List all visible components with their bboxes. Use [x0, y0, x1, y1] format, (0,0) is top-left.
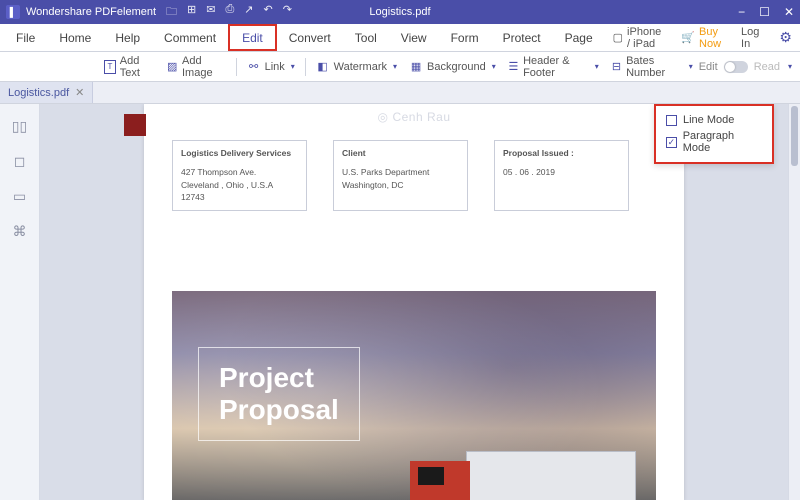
cart-icon: 🛒 [681, 31, 695, 44]
window-controls: − ☐ ✕ [738, 5, 794, 19]
edit-toolbar: T Add Text ▨ Add Image ⚯ Link ▾ ◧ Waterm… [0, 52, 800, 82]
background-button[interactable]: ▦ Background ▾ [403, 56, 502, 78]
settings-icon[interactable]: ⚙ [771, 29, 800, 46]
undo-icon[interactable]: ↶ [264, 3, 273, 22]
image-icon: ▨ [166, 60, 178, 74]
checkbox-unchecked-icon [666, 115, 677, 126]
menu-file[interactable]: File [4, 31, 47, 45]
separator [305, 58, 306, 76]
menu-page[interactable]: Page [553, 24, 605, 51]
login-button[interactable]: Log In [733, 26, 767, 50]
menu-convert[interactable]: Convert [277, 24, 343, 51]
chevron-down-icon: ▾ [689, 62, 693, 71]
background-icon: ▦ [409, 60, 423, 74]
header-footer-button[interactable]: ☰ Header & Footer ▾ [502, 56, 605, 78]
app-logo-icon: ▌ [6, 5, 20, 19]
iphone-ipad-button[interactable]: ▢iPhone / iPad [605, 26, 670, 50]
document-tabstrip: Logistics.pdf ✕ [0, 82, 800, 104]
header-footer-icon: ☰ [508, 60, 519, 74]
chevron-down-icon: ▾ [291, 62, 295, 71]
chevron-down-icon: ▾ [393, 62, 397, 71]
menu-form[interactable]: Form [439, 24, 491, 51]
document-tab-label: Logistics.pdf [8, 87, 69, 99]
close-button[interactable]: ✕ [784, 5, 794, 19]
truck-graphic [376, 431, 636, 500]
link-icon: ⚯ [247, 60, 261, 74]
quick-access-toolbar: 🗀 ⊞ ✉ ⎙ ↗ ↶ ↷ [166, 3, 292, 22]
bookmarks-icon[interactable]: ◻ [14, 153, 26, 170]
hero-title-box[interactable]: Project Proposal [198, 347, 360, 441]
minimize-button[interactable]: − [738, 5, 745, 19]
scrollbar-thumb[interactable] [791, 106, 798, 166]
buy-now-button[interactable]: 🛒Buy Now [673, 26, 729, 50]
workspace: ▯▯ ◻ ▭ ⌘ Line Mode ✓ Paragraph Mode ◎ Ce… [0, 104, 800, 500]
line-mode-option[interactable]: Line Mode [666, 112, 762, 128]
document-title: Logistics.pdf [369, 6, 430, 18]
menu-home[interactable]: Home [47, 31, 103, 45]
app-name: Wondershare PDFelement [26, 6, 156, 18]
read-mode-label: Read [754, 61, 780, 73]
separator [236, 58, 237, 76]
vertical-scrollbar[interactable] [788, 104, 800, 500]
chevron-down-icon: ▾ [492, 62, 496, 71]
menubar: File Home Help Comment Edit Convert Tool… [0, 24, 800, 52]
add-icon[interactable]: ⊞ [187, 3, 196, 22]
info-boxes: Logistics Delivery Services 427 Thompson… [172, 140, 656, 211]
menu-comment[interactable]: Comment [152, 24, 228, 51]
watermark-text: ◎ Cenh Rau [377, 110, 450, 124]
info-box-client[interactable]: Client U.S. Parks Department Washington,… [333, 140, 468, 211]
document-canvas[interactable]: Line Mode ✓ Paragraph Mode ◎ Cenh Rau Lo… [40, 104, 788, 500]
menu-protect[interactable]: Protect [491, 24, 553, 51]
pdf-page: ◎ Cenh Rau Logistics Delivery Services 4… [144, 104, 684, 500]
menu-view[interactable]: View [389, 24, 439, 51]
maximize-button[interactable]: ☐ [759, 5, 770, 19]
watermark-button[interactable]: ◧ Watermark ▾ [310, 56, 403, 78]
titlebar: ▌ Wondershare PDFelement 🗀 ⊞ ✉ ⎙ ↗ ↶ ↷ L… [0, 0, 800, 24]
edit-selection-handle[interactable] [124, 114, 146, 136]
comments-icon[interactable]: ▭ [13, 188, 26, 205]
edit-mode-label: Edit [699, 61, 718, 73]
add-text-button[interactable]: T Add Text [98, 56, 160, 78]
add-image-button[interactable]: ▨ Add Image [160, 56, 231, 78]
folder-icon[interactable]: 🗀 [166, 3, 177, 22]
chevron-down-icon: ▾ [595, 62, 599, 71]
trailer-shape [466, 451, 636, 500]
attachments-icon[interactable]: ⌘ [13, 223, 27, 240]
menu-edit[interactable]: Edit [228, 24, 277, 51]
bates-number-button[interactable]: ⊟ Bates Number ▾ [605, 56, 699, 78]
link-button[interactable]: ⚯ Link ▾ [241, 56, 301, 78]
mail-icon[interactable]: ✉ [206, 3, 215, 22]
edit-mode-popup: Line Mode ✓ Paragraph Mode [654, 104, 774, 164]
thumbnails-icon[interactable]: ▯▯ [12, 118, 27, 135]
bates-icon: ⊟ [611, 60, 622, 74]
device-icon: ▢ [613, 31, 623, 44]
text-icon: T [104, 60, 116, 74]
print-icon[interactable]: ⎙ [225, 3, 234, 22]
paragraph-mode-option[interactable]: ✓ Paragraph Mode [666, 128, 762, 156]
hero-title: Project Proposal [219, 362, 339, 426]
cab-shape [410, 461, 470, 500]
left-sidebar: ▯▯ ◻ ▭ ⌘ [0, 104, 40, 500]
watermark-logo-icon: ◎ [377, 110, 388, 124]
edit-read-toggle[interactable] [724, 61, 748, 73]
redo-icon[interactable]: ↷ [283, 3, 292, 22]
checkbox-checked-icon: ✓ [666, 137, 677, 148]
hero-image: Project Proposal [172, 291, 656, 500]
info-box-company[interactable]: Logistics Delivery Services 427 Thompson… [172, 140, 307, 211]
menu-tool[interactable]: Tool [343, 24, 389, 51]
watermark-icon: ◧ [316, 60, 330, 74]
menu-help[interactable]: Help [103, 31, 152, 45]
document-tab[interactable]: Logistics.pdf ✕ [0, 82, 93, 103]
info-box-date[interactable]: Proposal Issued : 05 . 06 . 2019 [494, 140, 629, 211]
share-icon[interactable]: ↗ [244, 3, 253, 22]
close-tab-icon[interactable]: ✕ [75, 86, 84, 99]
chevron-down-icon[interactable]: ▾ [788, 62, 792, 71]
